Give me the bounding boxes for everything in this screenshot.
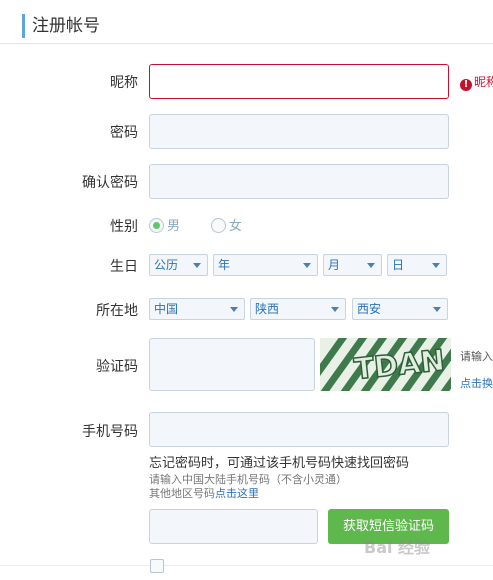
gender-label: 性别 <box>110 219 138 235</box>
city-select[interactable]: 西安 <box>352 298 448 320</box>
chevron-down-icon <box>230 307 238 312</box>
chevron-down-icon <box>432 263 440 268</box>
phone-input[interactable] <box>150 413 448 446</box>
other-region-tip: 其他地区号码点击这里 <box>149 485 259 501</box>
day-value: 日 <box>392 258 405 272</box>
page-header: 注册帐号 <box>0 0 493 44</box>
confirm-password-field[interactable] <box>149 164 449 199</box>
confirm-password-label: 确认密码 <box>82 175 138 191</box>
nickname-error-text: 昵称 <box>474 75 493 89</box>
chevron-down-icon <box>367 263 375 268</box>
baidu-watermark: Bai 经验 <box>364 538 431 557</box>
password-input[interactable] <box>150 115 448 148</box>
province-select[interactable]: 陕西 <box>250 298 346 320</box>
divider <box>0 565 493 566</box>
captcha-hint: 请输入 <box>460 350 493 363</box>
year-select[interactable]: 年 <box>213 254 318 276</box>
country-value: 中国 <box>154 302 179 316</box>
agreement-checkbox[interactable] <box>150 559 164 573</box>
confirm-password-input[interactable] <box>150 165 448 198</box>
province-value: 陕西 <box>255 302 280 316</box>
month-select[interactable]: 月 <box>323 254 382 276</box>
calendar-value: 公历 <box>154 258 179 272</box>
gender-radio-female[interactable]: 女 <box>211 215 242 234</box>
error-icon: ! <box>460 79 472 91</box>
chevron-down-icon <box>433 307 441 312</box>
birthday-label: 生日 <box>110 259 138 275</box>
country-select[interactable]: 中国 <box>149 298 245 320</box>
captcha-input[interactable] <box>150 339 314 390</box>
password-field[interactable] <box>149 114 449 149</box>
captcha-label: 验证码 <box>96 359 138 375</box>
captcha-field[interactable] <box>149 338 315 391</box>
nickname-label: 昵称 <box>110 75 138 91</box>
gender-male-label: 男 <box>167 219 181 234</box>
city-value: 西安 <box>357 302 382 316</box>
other-region-text: 其他地区号码 <box>149 487 215 500</box>
captcha-graphic: TDAN <box>320 338 451 391</box>
month-value: 月 <box>328 258 341 272</box>
chevron-down-icon <box>331 307 339 312</box>
phone-tip: 忘记密码时，可通过该手机号码快速找回密码 <box>149 456 410 471</box>
gender-radio-male[interactable]: 男 <box>149 215 180 234</box>
chevron-down-icon <box>193 263 201 268</box>
sms-code-input[interactable] <box>150 510 317 543</box>
radio-unchecked-icon <box>211 218 226 233</box>
watermark-text: Bai 经验 <box>364 538 431 557</box>
radio-checked-icon <box>149 218 164 233</box>
gender-female-label: 女 <box>229 219 243 234</box>
title-accent-bar <box>22 14 25 38</box>
day-select[interactable]: 日 <box>387 254 447 276</box>
nickname-error: ! 昵称 <box>460 73 493 91</box>
nickname-field[interactable] <box>149 64 449 99</box>
phone-field[interactable] <box>149 412 449 447</box>
password-label: 密码 <box>110 125 138 141</box>
captcha-image[interactable]: TDAN <box>320 338 451 391</box>
captcha-refresh-link[interactable]: 点击换 <box>460 375 493 391</box>
location-label: 所在地 <box>96 303 138 319</box>
sms-code-field[interactable] <box>149 509 318 544</box>
other-region-link[interactable]: 点击这里 <box>215 487 259 500</box>
chevron-down-icon <box>303 263 311 268</box>
calendar-select[interactable]: 公历 <box>149 254 208 276</box>
phone-label: 手机号码 <box>82 424 138 440</box>
nickname-input[interactable] <box>150 65 448 98</box>
page-title: 注册帐号 <box>32 16 100 36</box>
year-value: 年 <box>218 258 231 272</box>
